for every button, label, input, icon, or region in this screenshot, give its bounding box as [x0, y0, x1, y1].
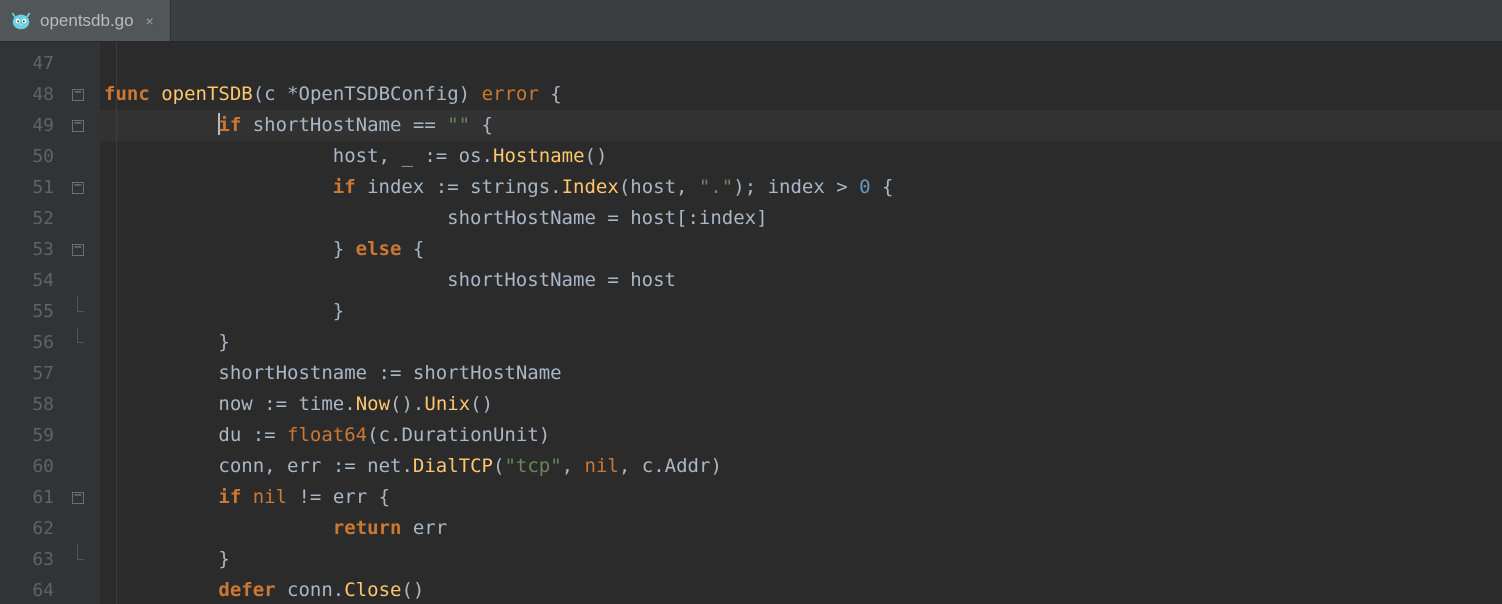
code-line[interactable]: [100, 48, 1502, 79]
line-number-gutter: 474849505152535455565758596061626364: [0, 42, 68, 604]
line-number: 52: [0, 203, 68, 234]
code-line[interactable]: shortHostName = host[:index]: [100, 203, 1502, 234]
code-line[interactable]: if nil != err {: [100, 482, 1502, 513]
fold-end-icon: [72, 554, 84, 566]
editor-tabbar: opentsdb.go ×: [0, 0, 1502, 42]
line-number: 63: [0, 544, 68, 575]
code-line[interactable]: host, _ := os.Hostname(): [100, 141, 1502, 172]
fold-slot: [68, 110, 100, 141]
line-number: 59: [0, 420, 68, 451]
fold-end-icon: [72, 306, 84, 318]
fold-gutter[interactable]: [68, 42, 100, 604]
line-number: 60: [0, 451, 68, 482]
fold-slot: [68, 575, 100, 604]
line-number: 58: [0, 389, 68, 420]
line-number: 51: [0, 172, 68, 203]
code-line[interactable]: du := float64(c.DurationUnit): [100, 420, 1502, 451]
fold-toggle-icon[interactable]: [72, 120, 84, 132]
code-line[interactable]: if shortHostName == "" {: [100, 110, 1502, 141]
fold-slot: [68, 389, 100, 420]
fold-toggle-icon[interactable]: [72, 244, 84, 256]
fold-toggle-icon[interactable]: [72, 89, 84, 101]
fold-slot: [68, 358, 100, 389]
line-number: 48: [0, 79, 68, 110]
fold-slot: [68, 482, 100, 513]
code-line[interactable]: conn, err := net.DialTCP("tcp", nil, c.A…: [100, 451, 1502, 482]
go-file-icon: [10, 10, 32, 32]
file-tab-label: opentsdb.go: [40, 11, 134, 31]
fold-end-icon: [72, 337, 84, 349]
line-number: 64: [0, 575, 68, 604]
fold-slot: [68, 172, 100, 203]
fold-slot: [68, 327, 100, 358]
code-line[interactable]: return err: [100, 513, 1502, 544]
line-number: 56: [0, 327, 68, 358]
fold-slot: [68, 544, 100, 575]
code-area[interactable]: func openTSDB(c *OpenTSDBConfig) error {…: [100, 42, 1502, 604]
code-line[interactable]: }: [100, 327, 1502, 358]
code-line[interactable]: if index := strings.Index(host, "."); in…: [100, 172, 1502, 203]
fold-slot: [68, 265, 100, 296]
line-number: 54: [0, 265, 68, 296]
fold-toggle-icon[interactable]: [72, 492, 84, 504]
code-line[interactable]: } else {: [100, 234, 1502, 265]
fold-slot: [68, 79, 100, 110]
fold-slot: [68, 203, 100, 234]
file-tab-opentsdb[interactable]: opentsdb.go ×: [0, 0, 171, 41]
line-number: 55: [0, 296, 68, 327]
fold-slot: [68, 48, 100, 79]
line-number: 57: [0, 358, 68, 389]
code-line[interactable]: }: [100, 296, 1502, 327]
code-editor[interactable]: 474849505152535455565758596061626364 fun…: [0, 42, 1502, 604]
close-tab-button[interactable]: ×: [142, 13, 158, 29]
line-number: 47: [0, 48, 68, 79]
code-line[interactable]: shortHostName = host: [100, 265, 1502, 296]
fold-slot: [68, 420, 100, 451]
fold-slot: [68, 234, 100, 265]
fold-slot: [68, 141, 100, 172]
line-number: 62: [0, 513, 68, 544]
fold-slot: [68, 296, 100, 327]
code-line[interactable]: shortHostname := shortHostName: [100, 358, 1502, 389]
code-line[interactable]: defer conn.Close(): [100, 575, 1502, 604]
fold-toggle-icon[interactable]: [72, 182, 84, 194]
fold-slot: [68, 513, 100, 544]
line-number: 61: [0, 482, 68, 513]
line-number: 53: [0, 234, 68, 265]
line-number: 50: [0, 141, 68, 172]
line-number: 49: [0, 110, 68, 141]
fold-slot: [68, 451, 100, 482]
code-line[interactable]: now := time.Now().Unix(): [100, 389, 1502, 420]
code-line[interactable]: }: [100, 544, 1502, 575]
code-line[interactable]: func openTSDB(c *OpenTSDBConfig) error {: [100, 79, 1502, 110]
